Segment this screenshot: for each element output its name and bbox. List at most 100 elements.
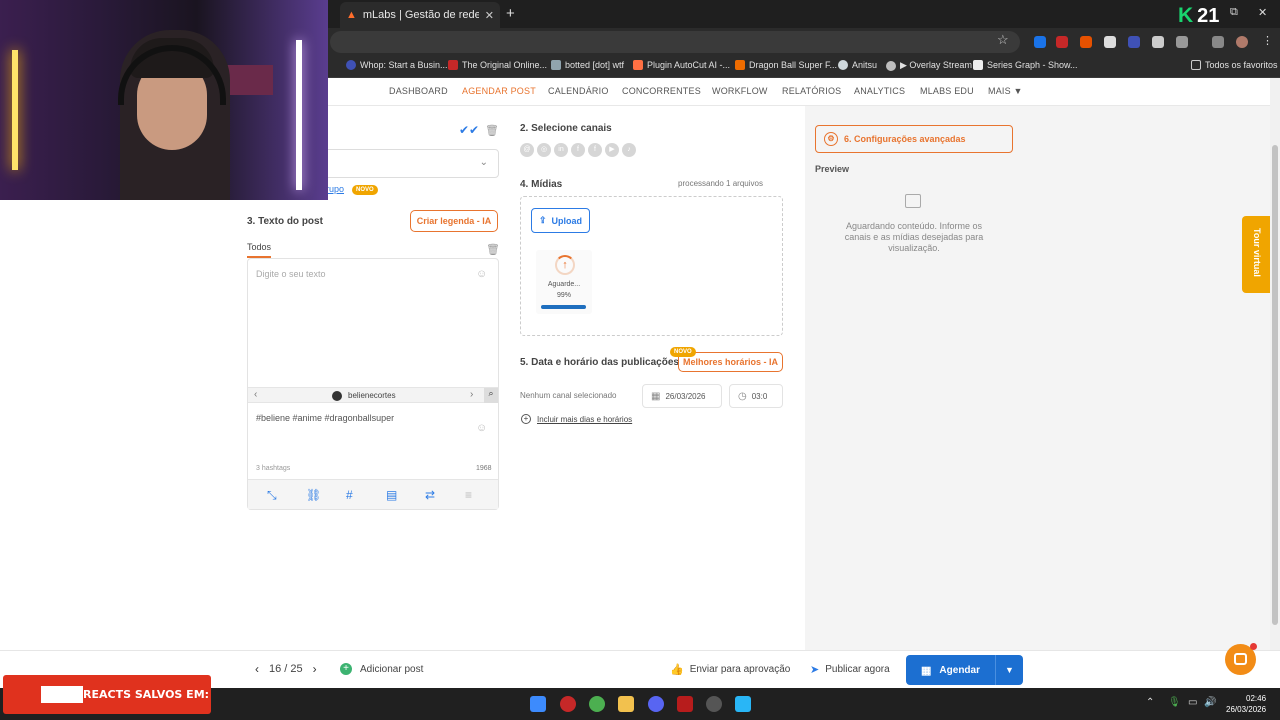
tour-virtual-tab[interactable]: Tour virtual bbox=[1242, 216, 1270, 293]
bookmark-item[interactable]: Whop: Start a Busin... bbox=[346, 60, 448, 70]
extension-icon[interactable] bbox=[1080, 36, 1092, 48]
extension-icon[interactable] bbox=[1104, 36, 1116, 48]
notepad-icon[interactable] bbox=[735, 696, 751, 712]
emoji-icon[interactable]: ☺ bbox=[476, 268, 487, 280]
folder-icon bbox=[1191, 60, 1201, 70]
nav-relatorios[interactable]: RELATÓRIOS bbox=[782, 86, 841, 96]
nav-agendar-post[interactable]: AGENDAR POST bbox=[462, 86, 536, 96]
section-channels-title: 2. Selecione canais bbox=[520, 123, 612, 134]
advanced-settings-button[interactable]: ⚙ 6. Configurações avançadas bbox=[815, 125, 1013, 153]
threads-icon[interactable]: @ bbox=[520, 143, 534, 157]
discord-icon[interactable] bbox=[648, 696, 664, 712]
opera-icon[interactable] bbox=[560, 696, 576, 712]
align-icon[interactable]: ≡ bbox=[465, 488, 472, 502]
chevron-right-icon[interactable]: › bbox=[470, 389, 473, 400]
tab-close-icon[interactable]: ✕ bbox=[485, 9, 494, 22]
all-bookmarks[interactable]: Todos os favoritos bbox=[1191, 60, 1278, 70]
profile-avatar[interactable] bbox=[1236, 36, 1248, 48]
facebook-page-icon[interactable]: f bbox=[588, 143, 602, 157]
double-check-icon[interactable]: ✔✔ bbox=[459, 123, 479, 137]
add-dates-link[interactable]: + Incluir mais dias e horários bbox=[521, 414, 632, 424]
chrome-icon[interactable] bbox=[589, 696, 605, 712]
chevron-left-icon[interactable]: ‹ bbox=[254, 389, 257, 400]
extension-icon[interactable] bbox=[1034, 36, 1046, 48]
tray-chevron-icon[interactable]: ⌃ bbox=[1146, 697, 1154, 708]
kick-logo-icon: K bbox=[1178, 4, 1194, 27]
chevron-left-icon[interactable]: ‹ bbox=[255, 662, 259, 676]
nav-workflow[interactable]: WORKFLOW bbox=[712, 86, 768, 96]
trash-icon[interactable]: 🗑 bbox=[486, 243, 500, 256]
system-clock[interactable]: 02:46 26/03/2026 bbox=[1226, 693, 1266, 715]
new-tab-button[interactable]: + bbox=[506, 5, 515, 22]
tiktok-icon[interactable]: ♪ bbox=[622, 143, 636, 157]
schedule-button[interactable]: ▦ Agendar ▼ bbox=[906, 655, 1023, 685]
publish-now-button[interactable]: ➤ Publicar agora bbox=[810, 663, 890, 676]
browser-tab[interactable]: ▲ mLabs | Gestão de redes sociais ✕ bbox=[340, 2, 500, 28]
add-post-button[interactable]: + Adicionar post bbox=[340, 663, 423, 675]
scrollbar-thumb[interactable] bbox=[1272, 145, 1278, 625]
nav-calendario[interactable]: CALENDÁRIO bbox=[548, 86, 609, 96]
voicemeeter-icon[interactable] bbox=[677, 696, 693, 712]
bookmark-star-icon[interactable]: ☆ bbox=[997, 32, 1009, 48]
extension-icon[interactable] bbox=[1128, 36, 1140, 48]
new-badge: NOVO bbox=[352, 185, 378, 195]
bookmark-item[interactable]: Dragon Ball Super F... bbox=[735, 60, 837, 70]
text-placeholder[interactable]: Digite o seu texto bbox=[256, 269, 326, 279]
extensions-puzzle-icon[interactable] bbox=[1176, 36, 1188, 48]
mic-icon[interactable]: 🎙 bbox=[1168, 697, 1181, 708]
schedule-dropdown[interactable]: ▼ bbox=[995, 655, 1023, 685]
browser-menu-icon[interactable]: ⋮ bbox=[1262, 34, 1273, 47]
window-restore-icon[interactable]: ⧉ bbox=[1230, 6, 1238, 19]
nav-mlabs-edu[interactable]: MLABS EDU bbox=[920, 86, 974, 96]
youtube-icon[interactable]: ▶ bbox=[605, 143, 619, 157]
send-approval-button[interactable]: 👍 Enviar para aprovação bbox=[670, 663, 790, 676]
bookmark-item[interactable]: Plugin AutoCut AI -... bbox=[633, 60, 730, 70]
schedule-main[interactable]: ▦ Agendar bbox=[906, 664, 995, 677]
nav-mais[interactable]: MAIS ▼ bbox=[988, 86, 1023, 96]
linkedin-icon[interactable]: in bbox=[554, 143, 568, 157]
bookmark-favicon-icon bbox=[551, 60, 561, 70]
bookmark-item[interactable]: Anitsu bbox=[838, 60, 877, 70]
volume-icon[interactable]: 🔊 bbox=[1204, 697, 1216, 708]
bookmark-item[interactable]: ▶ Overlay Stream bbox=[886, 60, 972, 71]
document-icon[interactable]: ▤ bbox=[386, 488, 397, 502]
preview-panel bbox=[805, 106, 1270, 650]
nav-analytics[interactable]: ANALYTICS bbox=[854, 86, 905, 96]
nav-concorrentes[interactable]: CONCORRENTES bbox=[622, 86, 701, 96]
chat-support-button[interactable] bbox=[1225, 643, 1257, 675]
folder-icon[interactable] bbox=[618, 696, 634, 712]
media-status: Aguarde... bbox=[547, 281, 581, 288]
network-icon[interactable]: ▭ bbox=[1188, 697, 1197, 708]
bookmark-item[interactable]: The Original Online... bbox=[448, 60, 547, 70]
media-control-icon[interactable] bbox=[1212, 36, 1224, 48]
bookmark-favicon-icon bbox=[633, 60, 643, 70]
tab-todos[interactable]: Todos bbox=[247, 242, 271, 252]
bookmark-item[interactable]: Series Graph - Show... bbox=[973, 60, 1078, 70]
windows-start-icon[interactable] bbox=[530, 696, 546, 712]
collapse-icon[interactable]: ⤡ bbox=[267, 488, 277, 503]
extension-icon[interactable] bbox=[1152, 36, 1164, 48]
trash-icon[interactable]: 🗑 bbox=[485, 124, 499, 137]
ai-caption-button[interactable]: Criar legenda - IA bbox=[410, 210, 498, 232]
address-input[interactable] bbox=[330, 31, 1020, 53]
nav-dashboard[interactable]: DASHBOARD bbox=[389, 86, 448, 96]
group-link[interactable]: rupo bbox=[326, 184, 344, 194]
repeat-icon[interactable]: ⇄ bbox=[425, 488, 435, 502]
post-text-editor[interactable] bbox=[247, 258, 499, 510]
upload-button[interactable]: ⇪ Upload bbox=[531, 208, 590, 233]
chat-icon bbox=[1234, 653, 1247, 665]
steam-icon[interactable] bbox=[706, 696, 722, 712]
extension-icon[interactable] bbox=[1056, 36, 1068, 48]
hashtag-icon[interactable]: # bbox=[346, 488, 353, 502]
bookmark-item[interactable]: botted [dot] wtf bbox=[551, 60, 624, 70]
time-field[interactable]: ◷ 03:0 bbox=[729, 384, 783, 408]
search-icon[interactable]: ⌕ bbox=[484, 388, 498, 403]
instagram-icon[interactable]: ◎ bbox=[537, 143, 551, 157]
chevron-right-icon[interactable]: › bbox=[313, 662, 317, 676]
window-close-icon[interactable]: ✕ bbox=[1258, 6, 1267, 19]
emoji-icon[interactable]: ☺ bbox=[476, 422, 487, 434]
date-field[interactable]: ▦ 26/03/2026 bbox=[642, 384, 722, 408]
facebook-icon[interactable]: f bbox=[571, 143, 585, 157]
link-icon[interactable]: ⛓ bbox=[306, 488, 321, 502]
hashtags-text[interactable]: #beliene #anime #dragonballsuper bbox=[256, 413, 394, 423]
